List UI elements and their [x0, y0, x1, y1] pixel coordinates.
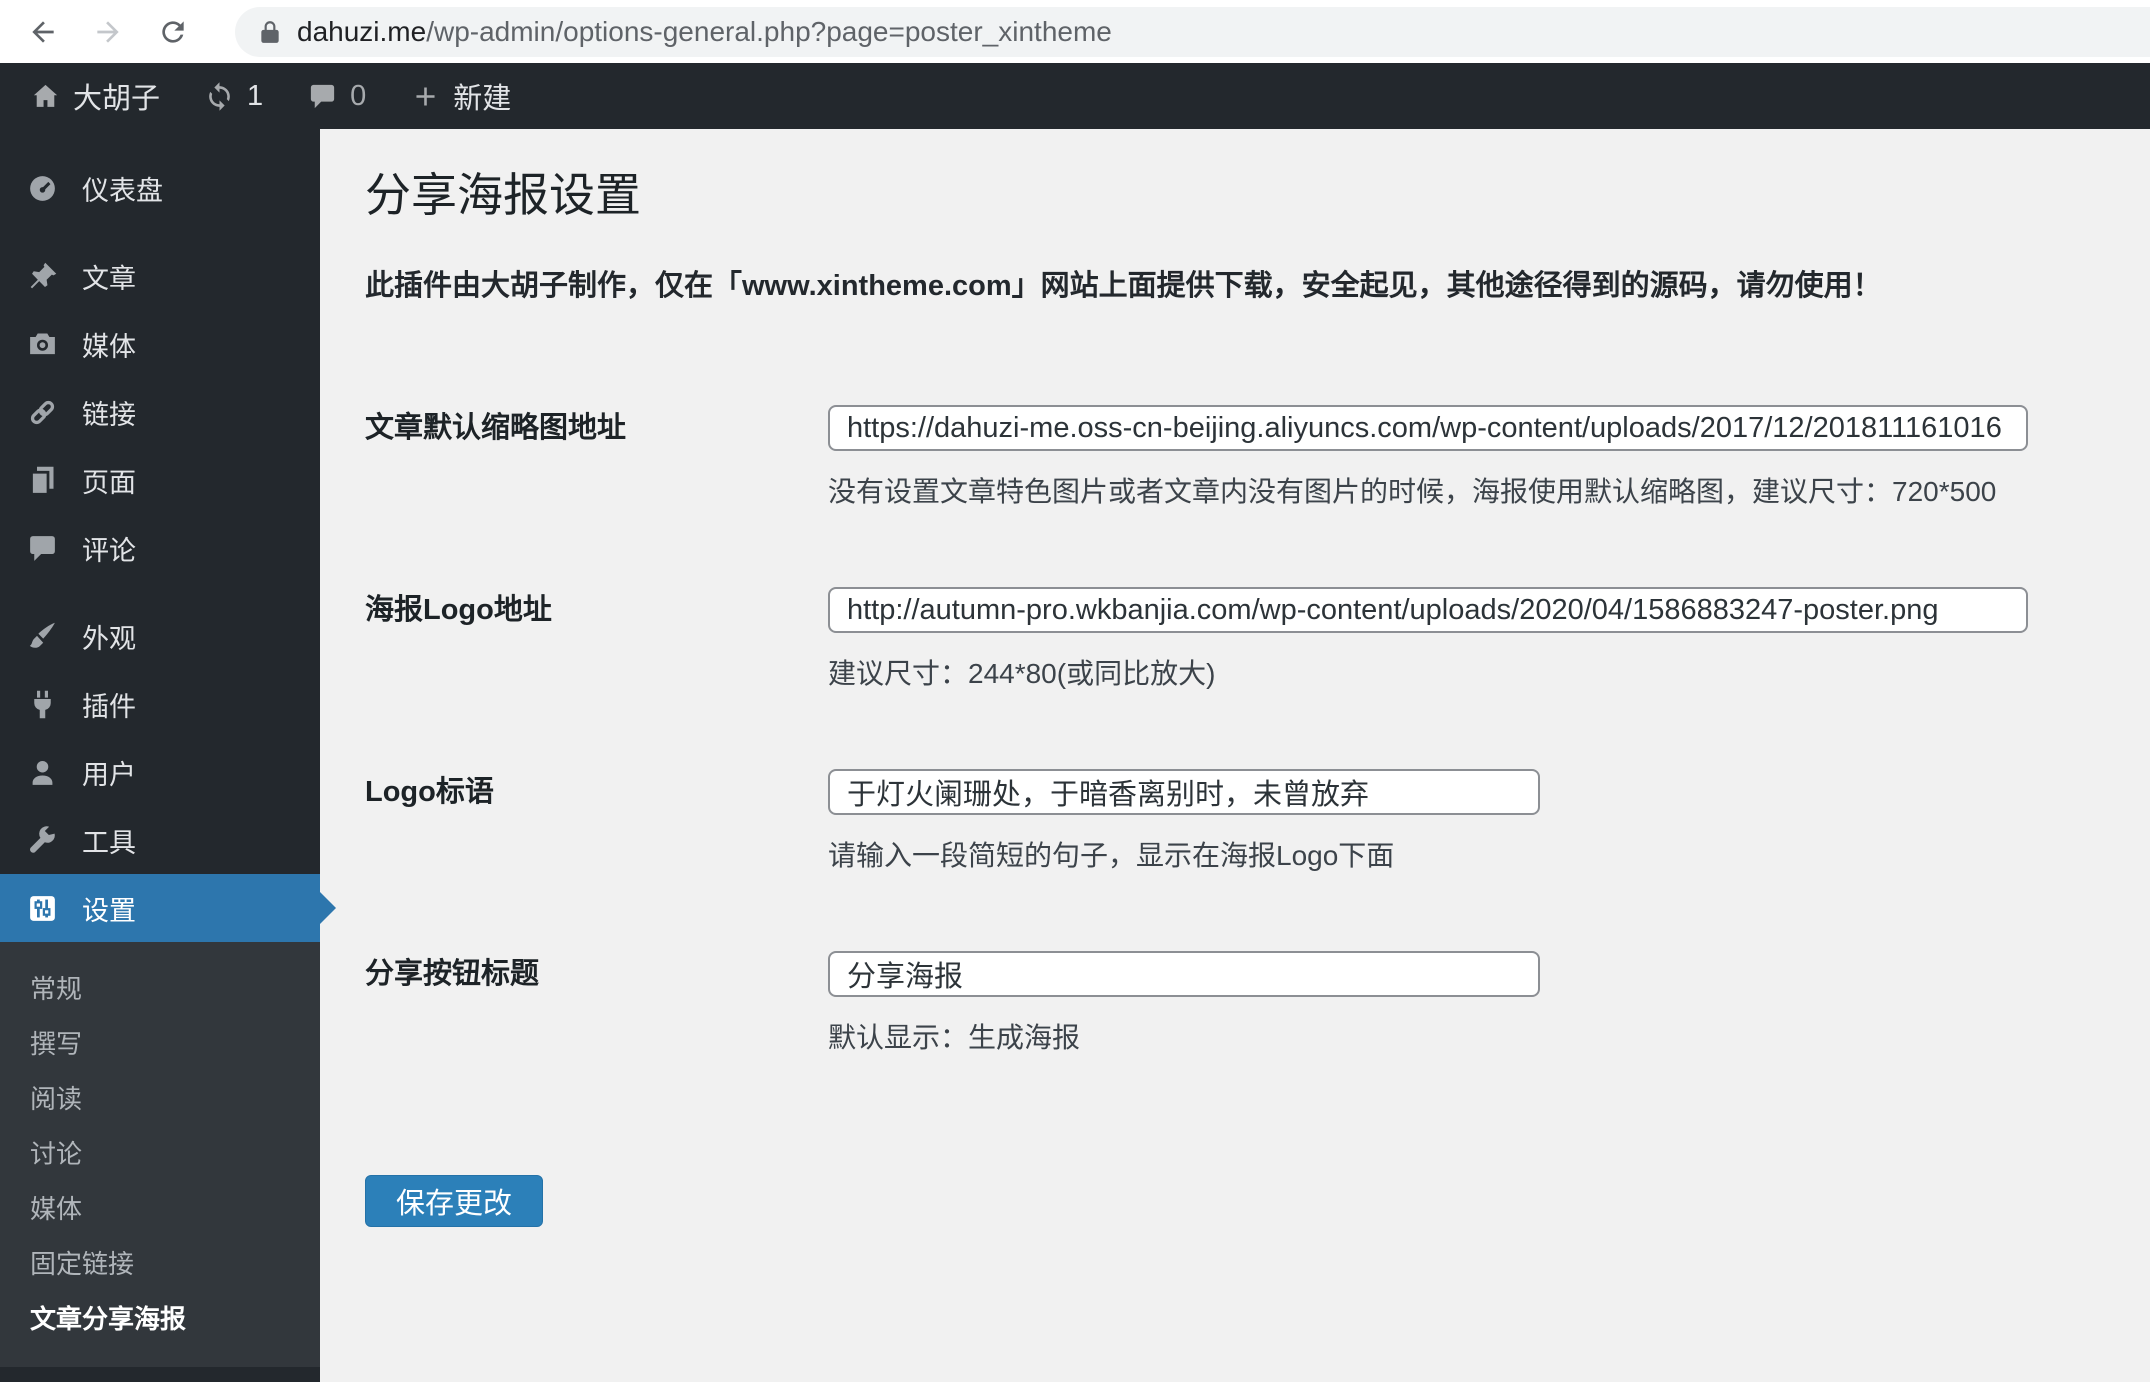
field-label: Logo标语	[365, 776, 494, 808]
field-help: 请输入一段简短的句子，显示在海报Logo下面	[828, 840, 1395, 871]
wp-admin-bar: 大胡子 1 0 新建	[0, 63, 2150, 129]
admin-bar-new[interactable]: 新建	[410, 75, 511, 117]
plus-icon	[416, 86, 435, 106]
settings-submenu: 常规 撰写 阅读 讨论 媒体 固定链接 文章分享海报	[0, 942, 320, 1367]
field-help: 建议尺寸：244*80(或同比放大)	[828, 658, 1216, 689]
sidebar-item-dashboard[interactable]: 仪表盘	[0, 154, 320, 222]
new-label: 新建	[453, 83, 512, 115]
reload-icon	[162, 20, 184, 43]
page-title: 分享海报设置	[365, 169, 641, 221]
form-row-share-button-title: 分享按钮标题 默认显示：生成海报	[365, 951, 2150, 1055]
field-help: 默认显示：生成海报	[828, 1022, 1081, 1053]
sidebar-item-pages[interactable]: 页面	[0, 446, 320, 514]
home-icon	[33, 84, 58, 107]
sidebar-item-label: 文章	[82, 263, 136, 294]
url-text: dahuzi.me/wp-admin/options-general.php?p…	[297, 16, 1112, 48]
poster-logo-url-input[interactable]	[828, 587, 2028, 633]
browser-toolbar: dahuzi.me/wp-admin/options-general.php?p…	[0, 0, 2150, 63]
form-row-default-thumbnail: 文章默认缩略图地址 没有设置文章特色图片或者文章内没有图片的时候，海报使用默认缩…	[365, 405, 2150, 509]
submenu-item-permalinks[interactable]: 固定链接	[0, 1237, 320, 1292]
url-path: /wp-admin/options-general.php?page=poste…	[426, 15, 1112, 47]
field-label: 海报Logo地址	[365, 594, 552, 626]
site-name: 大胡子	[73, 83, 161, 115]
submenu-item-writing[interactable]: 撰写	[0, 1017, 320, 1072]
plug-icon	[24, 686, 60, 722]
submenu-item-reading[interactable]: 阅读	[0, 1072, 320, 1127]
submenu-item-share-poster[interactable]: 文章分享海报	[0, 1292, 320, 1347]
default-thumbnail-url-input[interactable]	[828, 405, 2028, 451]
update-count: 1	[247, 79, 264, 112]
pages-icon	[24, 462, 60, 498]
browser-forward-button[interactable]	[91, 15, 125, 49]
back-arrow-icon	[32, 20, 54, 43]
submenu-item-general[interactable]: 常规	[0, 962, 320, 1017]
sidebar-item-settings[interactable]: 设置	[0, 874, 320, 942]
wrench-icon	[24, 822, 60, 858]
admin-bar-updates[interactable]: 1	[204, 80, 263, 113]
sidebar-item-posts[interactable]: 文章	[0, 242, 320, 310]
media-camera-icon	[24, 326, 60, 362]
form-row-poster-logo: 海报Logo地址 建议尺寸：244*80(或同比放大)	[365, 587, 2150, 691]
field-label: 分享按钮标题	[365, 958, 540, 990]
sidebar-item-label: 工具	[82, 827, 136, 858]
posts-pin-icon	[24, 258, 60, 294]
sidebar-item-appearance[interactable]: 外观	[0, 602, 320, 670]
comments-icon	[24, 530, 60, 566]
sidebar-item-label: 外观	[82, 623, 136, 654]
url-domain: dahuzi.me	[297, 15, 427, 47]
comment-count: 0	[350, 79, 367, 112]
sidebar-item-tools[interactable]: 工具	[0, 806, 320, 874]
sidebar-item-comments[interactable]: 评论	[0, 514, 320, 582]
sidebar-item-label: 用户	[82, 759, 136, 790]
settings-sliders-icon	[24, 890, 60, 926]
sidebar-item-plugins[interactable]: 插件	[0, 670, 320, 738]
chain-link-icon	[24, 394, 60, 430]
form-row-logo-slogan: Logo标语 请输入一段简短的句子，显示在海报Logo下面	[365, 769, 2150, 873]
dashboard-icon	[24, 170, 60, 206]
submenu-item-discussion[interactable]: 讨论	[0, 1127, 320, 1182]
user-icon	[24, 754, 60, 790]
brush-icon	[24, 618, 60, 654]
plugin-notice: 此插件由大胡子制作，仅在「www.xintheme.com」网站上面提供下载，安…	[365, 270, 1882, 302]
admin-bar-site-menu[interactable]: 大胡子	[30, 75, 160, 117]
comment-bubble-icon	[311, 84, 335, 108]
settings-page: 分享海报设置 此插件由大胡子制作，仅在「www.xintheme.com」网站上…	[320, 129, 2150, 1382]
poster-settings-form: 文章默认缩略图地址 没有设置文章特色图片或者文章内没有图片的时候，海报使用默认缩…	[365, 405, 2150, 1227]
save-changes-button[interactable]: 保存更改	[365, 1175, 544, 1227]
sidebar-item-label: 评论	[82, 535, 136, 566]
sidebar-item-label: 媒体	[82, 331, 136, 362]
sidebar-item-label: 设置	[82, 895, 136, 926]
field-help: 没有设置文章特色图片或者文章内没有图片的时候，海报使用默认缩略图，建议尺寸：72…	[828, 476, 1997, 507]
update-icon	[209, 81, 230, 111]
share-button-title-input[interactable]	[828, 951, 1540, 997]
field-label: 文章默认缩略图地址	[365, 412, 627, 444]
forward-arrow-icon	[97, 20, 119, 43]
browser-reload-button[interactable]	[156, 15, 190, 49]
address-bar[interactable]: dahuzi.me/wp-admin/options-general.php?p…	[235, 6, 2150, 57]
wp-sidebar-menu: 仪表盘 文章 媒体 链接 页面 评论 外观 插件 用户 工具 设置 常规 撰写 …	[0, 129, 320, 1382]
sidebar-item-label: 仪表盘	[82, 175, 163, 206]
sidebar-item-media[interactable]: 媒体	[0, 310, 320, 378]
sidebar-item-label: 页面	[82, 467, 136, 498]
sidebar-item-label: 插件	[82, 691, 136, 722]
lock-icon	[261, 20, 279, 43]
sidebar-item-links[interactable]: 链接	[0, 378, 320, 446]
logo-slogan-input[interactable]	[828, 769, 1540, 815]
sidebar-item-label: 链接	[82, 399, 136, 430]
sidebar-item-users[interactable]: 用户	[0, 738, 320, 806]
admin-bar-comments[interactable]: 0	[307, 80, 366, 113]
browser-back-button[interactable]	[26, 15, 60, 49]
submenu-item-media[interactable]: 媒体	[0, 1182, 320, 1237]
